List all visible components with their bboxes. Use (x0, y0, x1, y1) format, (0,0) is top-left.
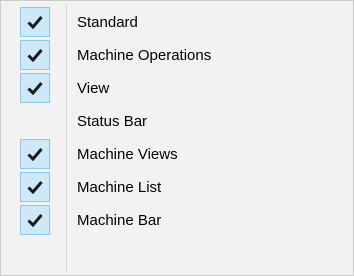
menu-item-label: Standard (77, 14, 138, 31)
menu-item-label: Machine Operations (77, 47, 212, 64)
menu-item-label: Machine Views (77, 146, 178, 163)
menu-item-view[interactable]: View (4, 72, 350, 105)
menu-item-machine-views[interactable]: Machine Views (4, 138, 350, 171)
checked-indicator (20, 205, 50, 235)
menu-item-label: View (77, 80, 110, 97)
checkmark-icon (27, 49, 43, 62)
menu-item-standard[interactable]: Standard (4, 6, 350, 39)
menu-item-label: Status Bar (77, 113, 148, 130)
checked-indicator (20, 139, 50, 169)
checkmark-icon (27, 214, 43, 227)
menu-item-label: Machine Bar (77, 212, 162, 229)
menu-item-status-bar[interactable]: Status Bar (4, 105, 350, 138)
checked-indicator (20, 7, 50, 37)
checkmark-icon (27, 181, 43, 194)
menu-item-machine-list[interactable]: Machine List (4, 171, 350, 204)
checkmark-icon (27, 82, 43, 95)
checked-indicator (20, 73, 50, 103)
menu-item-machine-bar[interactable]: Machine Bar (4, 204, 350, 237)
menu-item-label: Machine List (77, 179, 162, 196)
menu-item-machine-operations[interactable]: Machine Operations (4, 39, 350, 72)
toolbars-context-menu: Standard Machine Operations View Status … (0, 0, 354, 276)
checkmark-icon (27, 148, 43, 161)
checkmark-icon (27, 16, 43, 29)
checked-indicator (20, 40, 50, 70)
checked-indicator (20, 172, 50, 202)
